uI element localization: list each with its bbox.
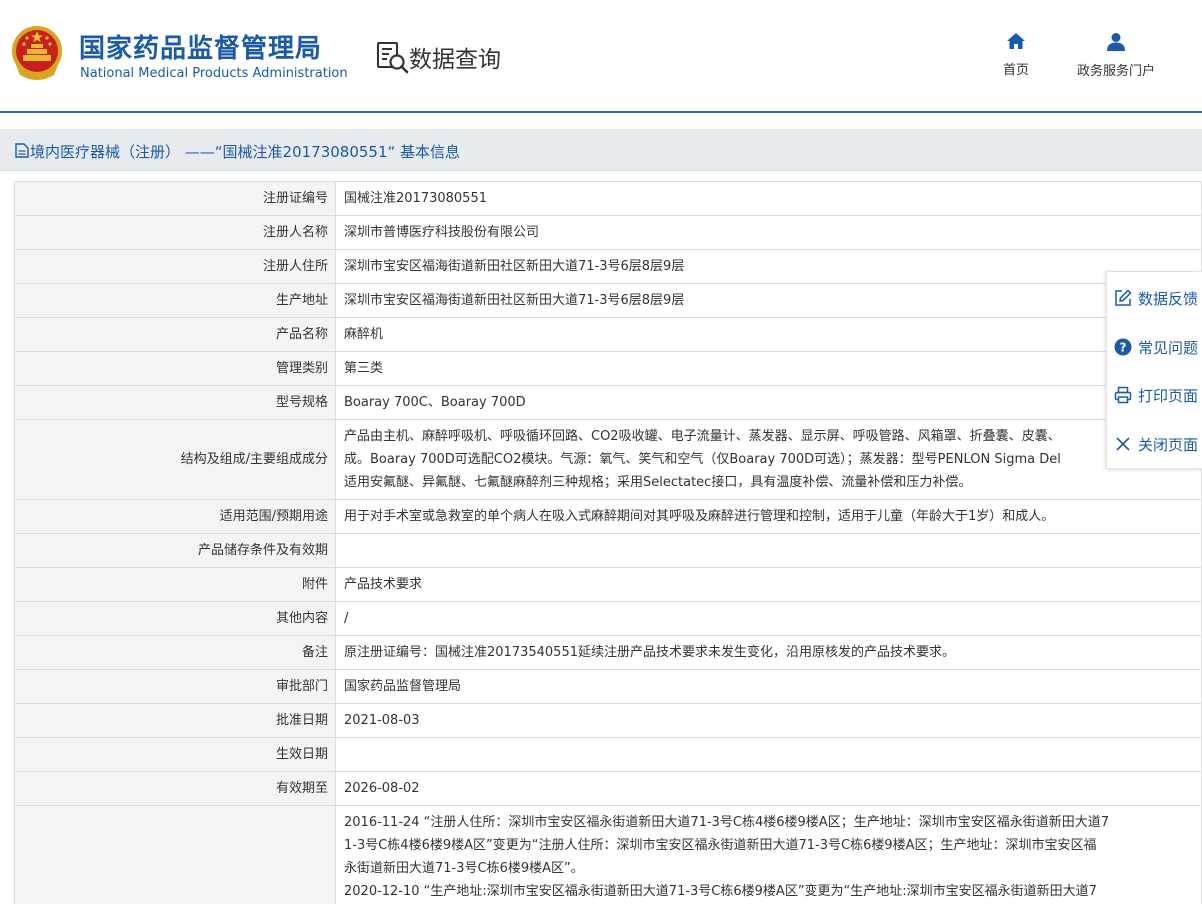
row-value: 第三类 bbox=[335, 351, 1202, 386]
edit-icon bbox=[1115, 289, 1132, 306]
row-label: 适用范围/预期用途 bbox=[14, 499, 336, 534]
row-label: 审批部门 bbox=[14, 669, 336, 704]
row-label: 产品名称 bbox=[14, 317, 336, 352]
org-name-en: National Medical Products Administration bbox=[80, 66, 348, 81]
table-row: 有效期至 2026-08-02 bbox=[14, 771, 1202, 806]
row-value: 深圳市宝安区福海街道新田社区新田大道71-3号6层8层9层 bbox=[335, 283, 1202, 318]
table-row: 附件 产品技术要求 bbox=[14, 567, 1202, 602]
row-value: 2026-08-02 bbox=[335, 771, 1202, 806]
site-header: 国家药品监督管理局 National Medical Products Admi… bbox=[0, 0, 1202, 112]
data-feedback-button[interactable]: 数据反馈 bbox=[1107, 274, 1202, 322]
registration-info-table: 注册证编号 国械注准20173080551 注册人名称 深圳市普博医疗科技股份有… bbox=[14, 181, 1202, 904]
row-value: 国家药品监督管理局 bbox=[335, 669, 1202, 704]
close-page-label: 关闭页面 bbox=[1138, 436, 1199, 454]
row-value: 产品技术要求 bbox=[335, 567, 1202, 602]
row-value: 国械注准20173080551 bbox=[335, 181, 1202, 216]
table-row: 产品储存条件及有效期 bbox=[14, 533, 1202, 568]
table-row-changes: 2016-11-24 “注册人住所：深圳市宝安区福永街道新田大道71-3号C栋4… bbox=[14, 805, 1202, 904]
nav-portal-link[interactable]: 政务服务门户 bbox=[1070, 32, 1162, 79]
row-value bbox=[335, 737, 1202, 772]
close-icon bbox=[1116, 437, 1130, 451]
nav-home-label: 首页 bbox=[1002, 63, 1029, 78]
row-value: 2016-11-24 “注册人住所：深圳市宝安区福永街道新田大道71-3号C栋4… bbox=[335, 805, 1202, 904]
print-page-button[interactable]: 打印页面 bbox=[1107, 371, 1202, 419]
table-row-structure: 结构及组成/主要组成成分 产品由主机、麻醉呼吸机、呼吸循环回路、CO2吸收罐、电… bbox=[14, 419, 1202, 500]
row-label: 备注 bbox=[14, 635, 336, 670]
change-line: 1-3号C栋4楼6楼9楼A区”变更为“注册人住所：深圳市宝安区福永街道新田大道7… bbox=[344, 838, 1097, 853]
row-value: 2021-08-03 bbox=[335, 703, 1202, 738]
table-row: 产品名称 麻醉机 bbox=[14, 317, 1202, 352]
faq-button[interactable]: ? 常见问题 bbox=[1107, 323, 1202, 371]
row-label bbox=[14, 805, 336, 904]
row-label: 注册人名称 bbox=[14, 215, 336, 250]
floating-tool-panel: 数据反馈 ? 常见问题 打印页面 关闭页面 bbox=[1106, 271, 1202, 469]
table-row: 注册人住所 深圳市宝安区福海街道新田社区新田大道71-3号6层8层9层 bbox=[14, 249, 1202, 284]
row-value: 深圳市宝安区福海街道新田社区新田大道71-3号6层8层9层 bbox=[335, 249, 1202, 284]
table-row: 批准日期 2021-08-03 bbox=[14, 703, 1202, 738]
row-label: 管理类别 bbox=[14, 351, 336, 386]
change-line: 2020-12-10 “生产地址:深圳市宝安区福永街道新田大道71-3号C栋6楼… bbox=[344, 884, 1097, 899]
question-icon: ? bbox=[1114, 338, 1132, 356]
row-value bbox=[335, 533, 1202, 568]
row-value: 产品由主机、麻醉呼吸机、呼吸循环回路、CO2吸收罐、电子流量计、蒸发器、显示屏、… bbox=[335, 419, 1202, 500]
page-title: 数据查询 bbox=[409, 47, 501, 73]
row-value: 用于对手术室或急救室的单个病人在吸入式麻醉期间对其呼吸及麻醉进行管理和控制，适用… bbox=[335, 499, 1202, 534]
structure-line: 成。Boaray 700D可选配CO2模块。气源：氧气、笑气和空气（仅Boara… bbox=[344, 452, 1061, 467]
nav-portal-label: 政务服务门户 bbox=[1076, 64, 1155, 79]
table-row: 适用范围/预期用途 用于对手术室或急救室的单个病人在吸入式麻醉期间对其呼吸及麻醉… bbox=[14, 499, 1202, 534]
row-label: 型号规格 bbox=[14, 385, 336, 420]
data-feedback-label: 数据反馈 bbox=[1138, 290, 1199, 308]
structure-line: 产品由主机、麻醉呼吸机、呼吸循环回路、CO2吸收罐、电子流量计、蒸发器、显示屏、… bbox=[344, 429, 1061, 444]
svg-text:?: ? bbox=[1120, 341, 1127, 355]
data-query-icon bbox=[377, 42, 409, 74]
table-row: 生产地址 深圳市宝安区福海街道新田社区新田大道71-3号6层8层9层 bbox=[14, 283, 1202, 318]
table-row: 型号规格 Boaray 700C、Boaray 700D bbox=[14, 385, 1202, 420]
table-row: 生效日期 bbox=[14, 737, 1202, 772]
row-label: 生效日期 bbox=[14, 737, 336, 772]
header-divider bbox=[0, 111, 1202, 113]
table-row: 审批部门 国家药品监督管理局 bbox=[14, 669, 1202, 704]
nav-home-link[interactable]: 首页 bbox=[996, 32, 1036, 78]
row-label: 其他内容 bbox=[14, 601, 336, 636]
faq-label: 常见问题 bbox=[1138, 339, 1199, 357]
home-icon bbox=[1007, 33, 1025, 49]
change-line: 2016-11-24 “注册人住所：深圳市宝安区福永街道新田大道71-3号C栋4… bbox=[344, 815, 1109, 830]
table-row: 注册人名称 深圳市普博医疗科技股份有限公司 bbox=[14, 215, 1202, 250]
row-label: 注册证编号 bbox=[14, 181, 336, 216]
row-label: 批准日期 bbox=[14, 703, 336, 738]
table-row: 备注 原注册证编号：国械注准20173540551延续注册产品技术要求未发生变化… bbox=[14, 635, 1202, 670]
row-value: 原注册证编号：国械注准20173540551延续注册产品技术要求未发生变化，沿用… bbox=[335, 635, 1202, 670]
structure-line: 适用安氟醚、异氟醚、七氟醚麻醉剂三种规格；采用Selectatec接口，具有温度… bbox=[344, 475, 972, 490]
row-value: Boaray 700C、Boaray 700D bbox=[335, 385, 1202, 420]
print-page-label: 打印页面 bbox=[1138, 387, 1199, 405]
table-row: 其他内容 / bbox=[14, 601, 1202, 636]
row-label: 有效期至 bbox=[14, 771, 336, 806]
row-label: 附件 bbox=[14, 567, 336, 602]
document-icon bbox=[15, 143, 29, 158]
section-title: 境内医疗器械（注册） ——“国械注准20173080551“ 基本信息 bbox=[30, 143, 461, 161]
org-name-cn: 国家药品监督管理局 bbox=[79, 34, 323, 64]
row-label: 注册人住所 bbox=[14, 249, 336, 284]
printer-icon bbox=[1114, 386, 1132, 404]
table-row: 注册证编号 国械注准20173080551 bbox=[14, 181, 1202, 216]
national-emblem-icon bbox=[12, 26, 62, 80]
row-label: 结构及组成/主要组成成分 bbox=[14, 419, 336, 500]
table-row: 管理类别 第三类 bbox=[14, 351, 1202, 386]
row-value: 深圳市普博医疗科技股份有限公司 bbox=[335, 215, 1202, 250]
row-label: 生产地址 bbox=[14, 283, 336, 318]
close-page-button[interactable]: 关闭页面 bbox=[1107, 420, 1202, 468]
row-value: 麻醉机 bbox=[335, 317, 1202, 352]
row-value: / bbox=[335, 601, 1202, 636]
row-label: 产品储存条件及有效期 bbox=[14, 533, 336, 568]
change-line: 永街道新田大道71-3号C栋6楼9楼A区”。 bbox=[344, 861, 584, 876]
user-icon bbox=[1107, 33, 1125, 51]
